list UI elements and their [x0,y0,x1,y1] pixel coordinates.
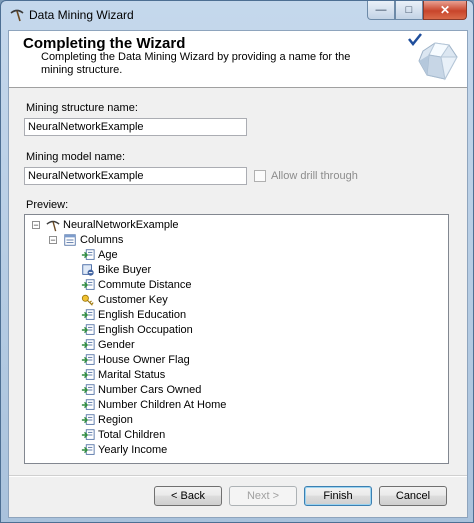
back-button[interactable]: < Back [154,486,222,506]
allow-drill-through-label: Allow drill through [271,170,358,182]
tree-column-item[interactable]: House Owner Flag [81,352,190,367]
tree-column-label: House Owner Flag [98,353,190,366]
collapse-toggle[interactable]: − [49,235,57,244]
wizard-window: Data Mining Wizard — □ ✕ Completing the … [0,0,474,523]
structure-name-field[interactable]: NeuralNetworkExample [24,118,247,136]
tree-column-label: English Education [98,308,187,321]
wizard-page: Completing the Wizard Completing the Dat… [8,30,468,518]
next-button[interactable]: Next > [229,486,297,506]
tree-column-item[interactable]: English Education [81,307,186,322]
input-column-icon [81,368,95,380]
tree-column-label: Commute Distance [98,278,192,291]
tree-column-label: Gender [98,338,135,351]
input-column-icon [81,443,95,455]
input-column-icon [81,398,95,410]
tree-column-item[interactable]: Age [81,247,118,262]
tree-column-label: Age [98,248,118,261]
tree-column-item[interactable]: Bike Buyer [81,262,151,277]
input-column-icon [81,278,95,290]
tree-column-item[interactable]: Number Children At Home [81,397,226,412]
close-button[interactable]: ✕ [423,1,467,20]
input-column-icon [81,308,95,320]
tree-column-label: Number Children At Home [98,398,227,411]
back-button-label: < Back [171,490,205,502]
tree-column-label: Region [98,413,133,426]
predict-column-icon [82,263,94,276]
window-title: Data Mining Wizard [29,8,134,22]
input-column-icon [81,248,95,260]
tree-column-item[interactable]: Number Cars Owned [81,382,201,397]
tree-column-item[interactable]: English Occupation [81,322,193,337]
model-name-field[interactable]: NeuralNetworkExample [24,167,247,185]
minimize-button[interactable]: — [367,1,395,20]
preview-tree[interactable]: − NeuralNetworkExample − Columns Age Bike… [24,214,449,464]
input-column-icon [81,428,95,440]
tree-column-label: Number Cars Owned [98,383,202,396]
cancel-button[interactable]: Cancel [379,486,447,506]
tree-columns-node[interactable]: − Columns [49,232,123,247]
page-subtitle: Completing the Data Mining Wizard by pro… [41,51,351,76]
structure-name-label: Mining structure name: [26,102,138,114]
tree-column-item[interactable]: Commute Distance [81,277,192,292]
wizard-header: Completing the Wizard Completing the Dat… [9,31,467,88]
maximize-button[interactable]: □ [395,1,423,20]
mining-pick-icon [10,9,24,22]
tree-column-item[interactable]: Marital Status [81,367,165,382]
tree-column-item[interactable]: Region [81,412,133,427]
tree-column-label: Yearly Income [98,443,168,456]
preview-label: Preview: [26,199,69,211]
tree-column-label: Marital Status [98,368,166,381]
tree-root-node[interactable]: − NeuralNetworkExample [32,217,179,232]
allow-drill-through-checkbox[interactable] [254,170,266,182]
finish-button[interactable]: Finish [304,486,372,506]
tree-column-item[interactable]: Gender [81,337,135,352]
next-button-label: Next > [246,490,280,502]
tree-column-item[interactable]: Total Children [81,427,165,442]
diamond-checkmark-icon [408,33,458,81]
tree-column-label: Total Children [98,428,166,441]
columns-folder-icon [64,233,76,246]
mining-structure-icon [46,220,60,231]
input-column-icon [81,338,95,350]
input-column-icon [81,413,95,425]
page-title: Completing the Wizard [23,35,186,52]
key-column-icon [81,294,94,306]
tree-root-label: NeuralNetworkExample [63,218,179,231]
input-column-icon [81,383,95,395]
tree-column-label: English Occupation [98,323,193,336]
input-column-icon [81,323,95,335]
tree-column-label: Bike Buyer [98,263,152,276]
cancel-button-label: Cancel [395,490,431,502]
title-bar[interactable]: Data Mining Wizard — □ ✕ [1,1,473,29]
model-name-label: Mining model name: [26,151,126,163]
footer-separator [9,475,467,477]
tree-columns-label: Columns [80,233,124,246]
finish-button-label: Finish [323,490,353,502]
tree-column-item[interactable]: Yearly Income [81,442,167,457]
input-column-icon [81,353,95,365]
tree-column-item[interactable]: Customer Key [81,292,168,307]
collapse-toggle[interactable]: − [32,220,40,229]
tree-column-label: Customer Key [98,293,168,306]
